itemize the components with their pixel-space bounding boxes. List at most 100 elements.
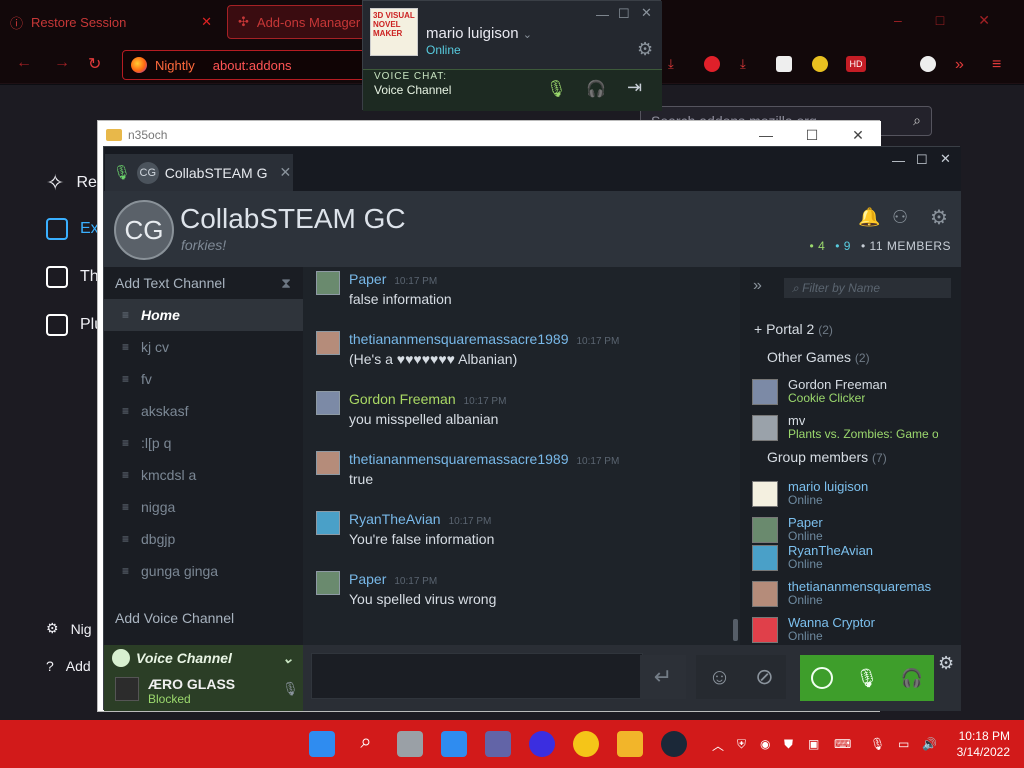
- hourglass-icon[interactable]: ⧗: [281, 275, 291, 292]
- headphones-icon[interactable]: 🎧: [900, 668, 922, 689]
- search-icon[interactable]: ⌕: [353, 731, 379, 757]
- tray-defender-icon[interactable]: ⛊: [784, 737, 793, 752]
- message-author[interactable]: thetiananmensquaremassacre1989 10:17 PM: [349, 331, 619, 347]
- chat-close-icon[interactable]: ✕: [940, 151, 951, 167]
- maximize-icon[interactable]: ☐: [789, 121, 835, 149]
- avatar[interactable]: [316, 331, 340, 355]
- channel-item[interactable]: ≡ dbgjp: [104, 523, 303, 555]
- tray-steam-icon[interactable]: ◉: [760, 737, 770, 751]
- chat-maximize-icon[interactable]: ☐: [916, 152, 928, 168]
- sidebar-item-plugins[interactable]: Plu: [46, 314, 103, 336]
- send-icon[interactable]: ↵: [640, 655, 686, 699]
- paperclip-icon[interactable]: ⊘: [755, 664, 773, 690]
- reload-icon[interactable]: ↻: [88, 54, 101, 74]
- message-author[interactable]: RyanTheAvian 10:17 PM: [349, 511, 491, 527]
- channel-item[interactable]: ≡ kj cv: [104, 331, 303, 363]
- chat-minimize-icon[interactable]: —: [892, 153, 905, 168]
- extension-icon[interactable]: [704, 56, 720, 72]
- leave-voice-icon[interactable]: ⇥: [627, 77, 642, 98]
- chrome-icon[interactable]: [573, 731, 599, 757]
- channel-item[interactable]: ≡ kmcdsl a: [104, 459, 303, 491]
- channel-item[interactable]: ≡:l[p q: [104, 427, 303, 459]
- tab-addons-manager[interactable]: ✣ Add-ons Manager: [227, 5, 367, 39]
- voice-chat-channel[interactable]: Voice Channel: [374, 83, 451, 97]
- gear-icon[interactable]: ⚙: [637, 39, 653, 60]
- widgets-icon[interactable]: [441, 731, 467, 757]
- file-explorer-icon[interactable]: [617, 731, 643, 757]
- tray-app-icon[interactable]: ▣: [808, 737, 819, 751]
- forward-icon[interactable]: →: [54, 54, 70, 72]
- maximize-icon[interactable]: ☐: [618, 6, 630, 22]
- teams-icon[interactable]: [485, 731, 511, 757]
- add-text-channel-button[interactable]: Add Text Channel ⧗: [104, 267, 303, 299]
- extension-flower-icon[interactable]: [920, 56, 936, 72]
- tray-display-icon[interactable]: ▭: [898, 737, 909, 751]
- tray-shield-icon[interactable]: ⛨: [737, 737, 746, 752]
- task-view-icon[interactable]: [397, 731, 423, 757]
- message-author[interactable]: Paper 10:17 PM: [349, 271, 437, 287]
- close-icon[interactable]: ✕: [641, 5, 652, 21]
- close-tab-icon[interactable]: ✕: [279, 164, 291, 181]
- channel-item[interactable]: ≡ akskasf: [104, 395, 303, 427]
- gear-icon[interactable]: ⚙: [938, 653, 954, 674]
- member-group-portal[interactable]: + Portal 2 (2): [754, 321, 833, 337]
- start-icon[interactable]: [309, 731, 335, 757]
- member-item[interactable]: thetiananmensquaremas Online: [752, 579, 942, 615]
- tray-mic-icon[interactable]: 🎙: [870, 737, 885, 751]
- avatar[interactable]: [316, 571, 340, 595]
- headphones-icon[interactable]: 🎧: [586, 79, 606, 99]
- extension-download-icon[interactable]: ⤓: [740, 56, 756, 72]
- emoji-icon[interactable]: ☺: [708, 664, 730, 690]
- url-bar[interactable]: Nightly about:addons: [122, 50, 366, 80]
- message-author[interactable]: Gordon Freeman 10:17 PM: [349, 391, 506, 407]
- voice-user-name[interactable]: ÆRO GLASS: [148, 676, 235, 692]
- mic-icon[interactable]: 🎙: [855, 668, 878, 689]
- sidebar-item-support[interactable]: ? Add: [46, 658, 91, 674]
- explorer-title-bar[interactable]: n35och — ☐ ✕: [98, 121, 881, 149]
- member-item[interactable]: RyanTheAvian Online: [752, 543, 942, 579]
- member-item[interactable]: mv Plants vs. Zombies: Game of: [752, 413, 942, 449]
- search-icon[interactable]: ⌕: [913, 112, 921, 129]
- steam-icon[interactable]: [661, 731, 687, 757]
- extension-note-icon[interactable]: [776, 56, 792, 72]
- avatar[interactable]: [316, 271, 340, 295]
- avatar[interactable]: 3D VISUAL NOVEL MAKER: [370, 8, 418, 56]
- overflow-icon[interactable]: »: [955, 56, 971, 73]
- taskbar-clock[interactable]: 10:18 PM 3/14/2022: [957, 728, 1010, 760]
- message-author[interactable]: Paper 10:17 PM: [349, 571, 437, 587]
- message-author[interactable]: thetiananmensquaremassacre1989 10:17 PM: [349, 451, 619, 467]
- sidebar-item-recommendations[interactable]: ✧ Re: [46, 170, 97, 196]
- avatar[interactable]: [316, 511, 340, 535]
- channel-item[interactable]: ≡ gunga ginga: [104, 555, 303, 587]
- voice-chat-icon[interactable]: [811, 667, 834, 689]
- settings-icon[interactable]: ⚙: [930, 205, 948, 230]
- mic-icon[interactable]: 🎙: [546, 79, 566, 99]
- hd-extension-icon[interactable]: HD: [846, 56, 866, 72]
- username[interactable]: mario luigison ⌄: [426, 25, 532, 42]
- chevron-down-icon[interactable]: ⌄: [282, 650, 294, 667]
- message-input[interactable]: [311, 653, 643, 699]
- avatar[interactable]: [316, 451, 340, 475]
- message-scrollbar[interactable]: [733, 619, 738, 641]
- member-item[interactable]: Gordon Freeman Cookie Clicker: [752, 377, 942, 413]
- member-filter-input[interactable]: ⌕ Filter by Name: [784, 278, 951, 298]
- member-group-other-games[interactable]: Other Games (2): [767, 349, 870, 365]
- member-item[interactable]: mario luigison Online: [752, 479, 942, 515]
- sidebar-item-extensions[interactable]: Ext: [46, 218, 103, 240]
- sidebar-item-settings[interactable]: ⚙ Nig: [46, 620, 92, 637]
- channel-item[interactable]: ≡ nigga: [104, 491, 303, 523]
- minimize-icon[interactable]: —: [743, 121, 789, 149]
- tray-volume-icon[interactable]: 🔊: [922, 737, 937, 751]
- avatar[interactable]: [115, 677, 139, 701]
- tray-keyboard-icon[interactable]: ⌨: [834, 737, 851, 751]
- tray-chevron-up-icon[interactable]: ︿: [712, 737, 724, 754]
- firefox-nightly-icon[interactable]: [529, 731, 555, 757]
- invite-icon[interactable]: ⚇: [892, 207, 908, 228]
- avatar[interactable]: [316, 391, 340, 415]
- chat-tab-collabsteam[interactable]: 🎙 CG CollabSTEAM G ✕: [105, 154, 293, 191]
- voice-channel-header[interactable]: Voice Channel ⌄: [112, 649, 294, 667]
- channel-home[interactable]: ≡ Home: [104, 299, 303, 331]
- menu-icon[interactable]: ≡: [992, 56, 1008, 73]
- extension-shield-icon[interactable]: [812, 56, 828, 72]
- member-group-members[interactable]: Group members (7): [767, 449, 887, 465]
